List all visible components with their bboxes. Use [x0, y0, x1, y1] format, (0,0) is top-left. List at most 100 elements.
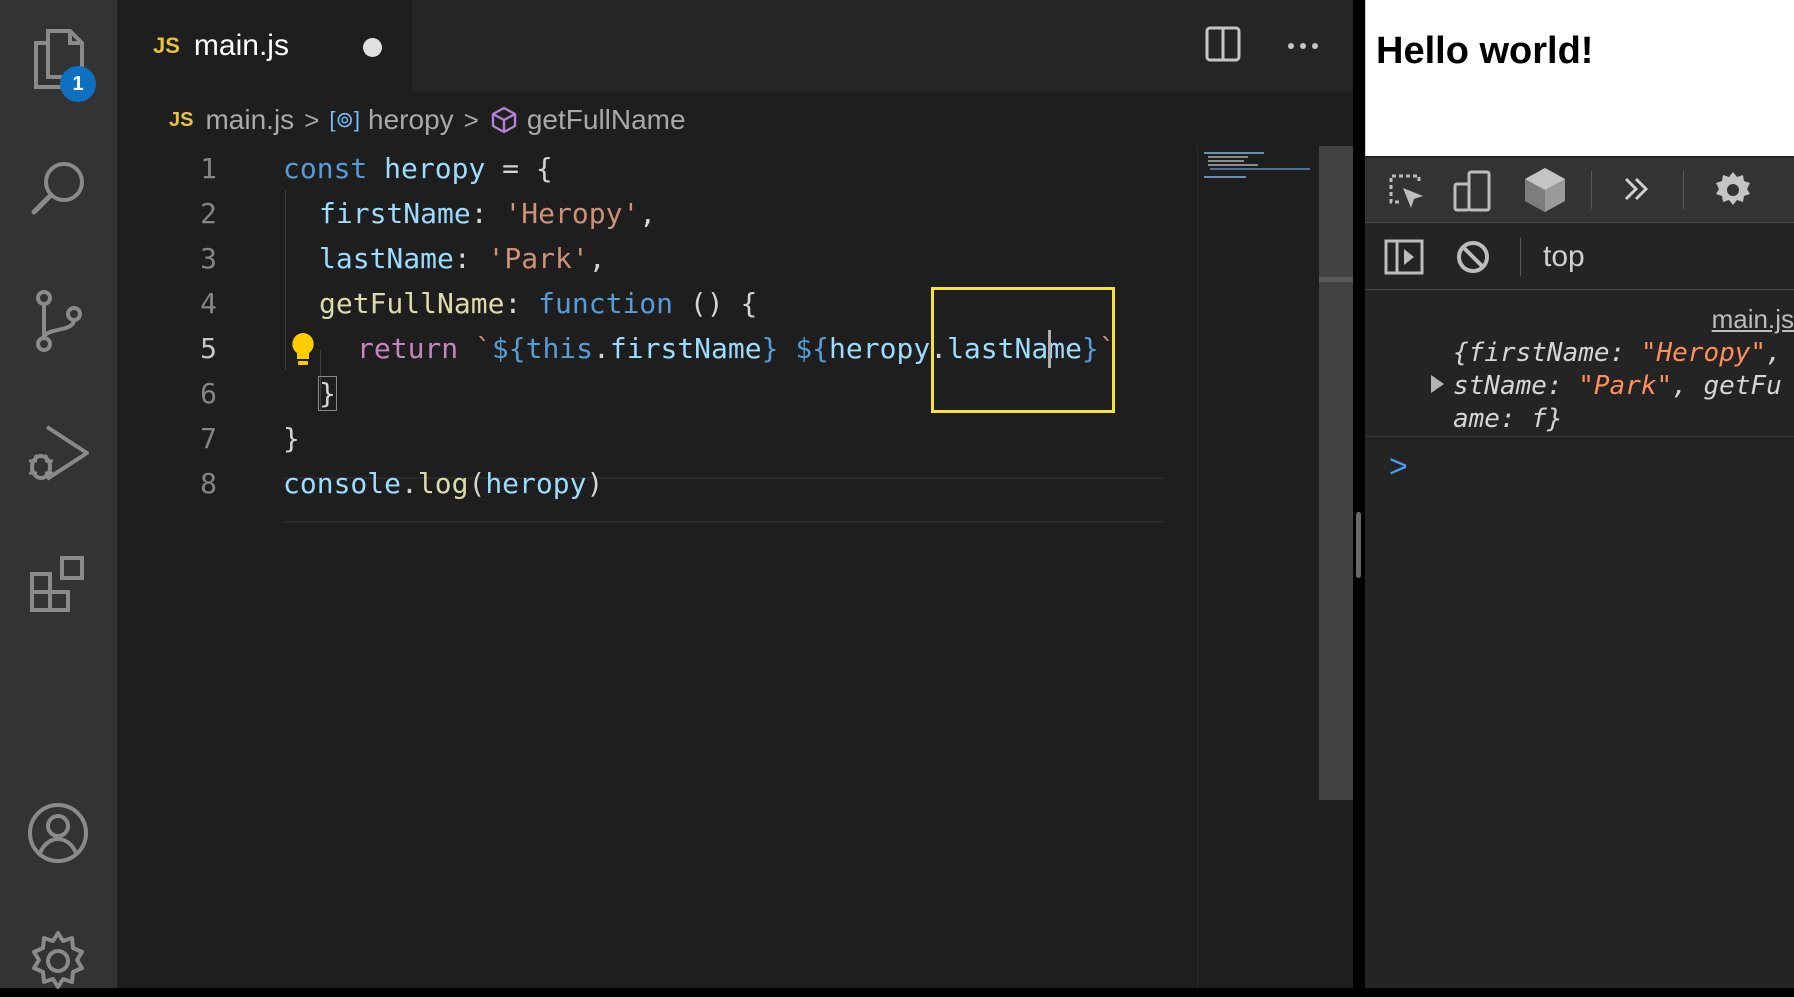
breadcrumb-symbol-heropy[interactable]: heropy [368, 104, 454, 136]
console-divider [1365, 436, 1794, 437]
log-token: {firstName: [1453, 338, 1641, 368]
token: : [504, 287, 539, 320]
toolbar-separator [1591, 171, 1592, 209]
token: this [525, 332, 594, 365]
code-line-2: firstName: 'Heropy', [319, 197, 656, 230]
page-viewport: Hello world! [1365, 0, 1794, 156]
code-line-4: getFullName: function () { [319, 287, 757, 320]
devtools-settings-button[interactable] [1713, 170, 1753, 210]
log-token: , getFu [1672, 371, 1782, 401]
token: firstName [609, 332, 762, 365]
page-heading: Hello world! [1376, 30, 1594, 72]
line-number-active: 5 [200, 332, 217, 365]
line-number: 2 [200, 197, 217, 230]
token: } [318, 376, 337, 411]
token: heropy [829, 332, 931, 365]
search-icon [31, 162, 84, 215]
token: = { [485, 152, 553, 185]
editor-actions [1203, 24, 1323, 64]
method-symbol-icon [491, 106, 517, 134]
token: console [283, 467, 402, 500]
editor-group: JS main.js JS main.js > [⊚] heropy > get… [117, 0, 1353, 988]
3d-view-button[interactable] [1523, 166, 1567, 214]
device-icon [1453, 170, 1491, 212]
code-line-7: } [283, 422, 300, 455]
code-line-3: lastName: 'Park', [319, 242, 606, 275]
sidebar-toggle-icon [1384, 239, 1424, 275]
context-selector[interactable]: top [1543, 240, 1585, 274]
js-file-icon: JS [169, 108, 194, 131]
window-divider [1353, 0, 1365, 988]
show-sidebar-button[interactable] [1383, 237, 1425, 277]
search-button[interactable] [22, 152, 94, 224]
token: () { [673, 287, 758, 320]
expand-triangle-icon[interactable] [1431, 375, 1444, 393]
console-log-line: ame: f} [1453, 404, 1563, 434]
source-control-button[interactable] [22, 285, 94, 357]
minimap[interactable] [1197, 146, 1316, 988]
line-number: 7 [200, 422, 217, 455]
line-number: 4 [200, 287, 217, 320]
token: } [761, 332, 779, 365]
more-actions-icon[interactable] [1283, 24, 1323, 64]
run-debug-button[interactable] [22, 418, 94, 490]
vertical-scrollbar[interactable] [1319, 146, 1353, 800]
resize-handle[interactable] [1356, 512, 1361, 578]
more-panels-button[interactable] [1621, 174, 1651, 204]
split-editor-icon[interactable] [1203, 24, 1243, 64]
token: heropy [384, 152, 486, 185]
log-token: ame: f} [1453, 404, 1563, 434]
token: ${ [491, 332, 526, 365]
line-number: 6 [200, 377, 217, 410]
scrollbar-thumb[interactable] [1319, 277, 1353, 282]
activity-bar: 1 [0, 0, 117, 989]
account-icon [28, 803, 88, 863]
log-token: "Park" [1578, 371, 1673, 401]
console-log-line: stName: "Park", getFu [1453, 371, 1782, 401]
block-icon [1457, 241, 1489, 273]
token: lastName [319, 242, 454, 275]
devtools-toolbar [1365, 158, 1794, 223]
code-line-1: const heropy = { [283, 152, 553, 185]
breadcrumb-file[interactable]: main.js [205, 104, 294, 136]
console-log-line: {firstName: "Heropy", la [1453, 338, 1794, 368]
accounts-button[interactable] [22, 797, 94, 869]
source-control-icon [36, 290, 82, 352]
token: 'Heropy' [504, 197, 640, 230]
tab-bar: JS main.js [117, 0, 1353, 92]
code-line-6: } [318, 376, 337, 411]
device-toolbar-button[interactable] [1451, 168, 1493, 214]
double-chevron-right-icon [1624, 177, 1649, 201]
extensions-button[interactable] [22, 548, 94, 620]
js-file-icon: JS [153, 33, 180, 58]
gear-icon [1716, 172, 1750, 205]
annotation-highlight-box [931, 287, 1115, 413]
token: heropy [485, 467, 587, 500]
token: 'Park' [487, 242, 589, 275]
toolbar-separator [1683, 171, 1684, 209]
chevron-right-icon: > [463, 104, 479, 135]
text-cursor [1048, 330, 1051, 368]
tab-main-js[interactable]: JS main.js [117, 0, 412, 92]
breadcrumb-symbol-getfullname[interactable]: getFullName [527, 104, 686, 136]
code-area[interactable]: 1 2 3 4 5 6 7 8 const heropy = { firstNa… [117, 150, 1197, 988]
extensions-icon [30, 556, 84, 612]
variable-symbol-icon: [⊚] [329, 107, 361, 132]
browser-pane: Hello world! top main.js {firstName: "He… [1365, 0, 1794, 988]
log-source-link[interactable]: main.js [1712, 304, 1794, 335]
manage-button[interactable] [22, 925, 94, 997]
token: } [283, 422, 300, 455]
chevron-right-icon: > [304, 104, 320, 135]
clear-console-button[interactable] [1455, 239, 1491, 275]
token: const [283, 152, 368, 185]
unsaved-dot-icon[interactable] [363, 38, 382, 57]
token: : [470, 197, 505, 230]
token: function [538, 287, 674, 320]
token: . [401, 467, 418, 500]
lightbulb-icon[interactable] [287, 330, 319, 368]
token: firstName [319, 197, 471, 230]
console-prompt-icon[interactable]: > [1389, 448, 1408, 485]
inspect-element-button[interactable] [1385, 170, 1427, 212]
run-debug-icon [29, 425, 89, 481]
